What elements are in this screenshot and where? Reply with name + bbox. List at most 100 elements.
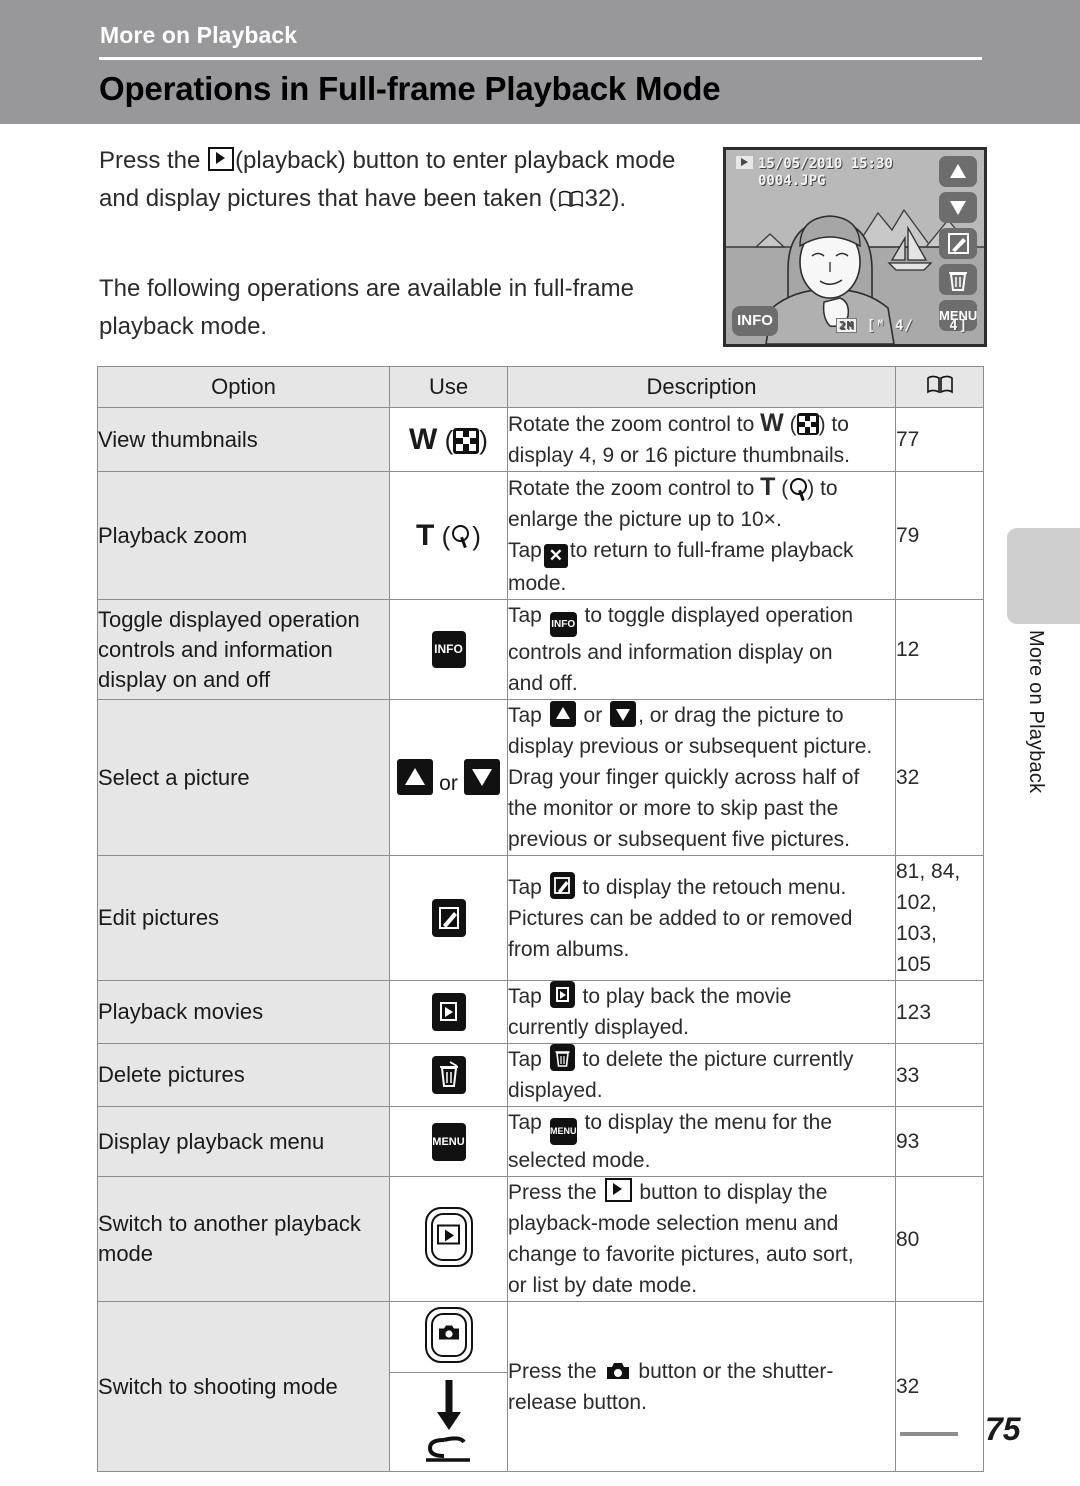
desc-text-a: Tap: [508, 1048, 542, 1071]
up-button[interactable]: [939, 156, 977, 187]
page-playback-zoom: 79: [895, 471, 984, 600]
option-delete-pictures: Delete pictures: [97, 1043, 390, 1107]
chapter-header-band: More on Playback Operations in Full-fram…: [0, 0, 1080, 124]
use-edit-pictures: [389, 855, 508, 981]
triangle-up-icon: [549, 701, 576, 727]
desc-text-b: , or drag the picture to: [638, 704, 844, 727]
camera-button-icon: [606, 1362, 629, 1379]
desc-view-thumbnails: Rotate the zoom control to W () to displ…: [507, 407, 896, 472]
table-row: Playback movies Tap to play back the mov…: [97, 980, 984, 1044]
page-switch-playback-mode: 80: [895, 1176, 984, 1302]
header-use: Use: [389, 366, 508, 408]
down-button[interactable]: [939, 192, 977, 223]
play-movie-icon: [549, 981, 575, 1008]
chapter-label: More on Playback: [100, 22, 298, 48]
option-view-thumbnails: View thumbnails: [97, 407, 390, 472]
desc-text-f: mode.: [508, 572, 567, 595]
header-page: [895, 366, 984, 408]
page-view-thumbnails: 77: [895, 407, 984, 472]
page-line: 102,: [896, 891, 937, 914]
info-button-icon: INFO: [549, 612, 577, 637]
use-camera-hardware-button: [389, 1301, 508, 1373]
desc-text-b: to display the menu for the: [584, 1111, 833, 1134]
thumbnail-grid-icon: [796, 413, 819, 435]
option-playback-zoom: Playback zoom: [97, 471, 390, 600]
info-button-icon: INFO: [431, 631, 466, 668]
memory-icon: [ᴹ: [866, 318, 886, 334]
desc-switch-playback-mode: Press the button to display the playback…: [507, 1176, 896, 1302]
desc-text-b: to display the retouch menu.: [582, 875, 847, 899]
desc-playback-movies: Tap to play back the movie currently dis…: [507, 980, 896, 1044]
desc-text-b: to toggle displayed operation: [584, 604, 854, 627]
desc-text-c: controls and information display on: [508, 641, 833, 664]
paren-open: (: [434, 520, 451, 551]
page-toggle-display: 12: [895, 599, 984, 700]
menu-button-icon: MENU: [431, 1122, 466, 1161]
desc-toggle-display: Tap INFO to toggle displayed operation c…: [507, 599, 896, 700]
option-toggle-display: Toggle displayed operation controls and …: [97, 599, 390, 700]
intro-text-c: ).: [611, 185, 627, 212]
camera-button-column: MENU: [939, 156, 979, 331]
triangle-up-icon: [396, 759, 433, 795]
delete-button[interactable]: [939, 264, 977, 295]
desc-text-b: button to display the: [639, 1181, 828, 1204]
triangle-up-icon: [950, 164, 966, 178]
page-number: 75: [985, 1411, 1021, 1447]
paren-open: (: [437, 424, 454, 455]
page-delete-pictures: 33: [895, 1043, 984, 1107]
page-line: 81, 84,: [896, 860, 961, 883]
desc-text-a: Tap: [508, 704, 542, 727]
trash-icon: [549, 1044, 575, 1071]
use-or-label: or: [439, 772, 458, 795]
retouch-pencil-icon: [431, 899, 466, 937]
magnifier-icon: [788, 477, 808, 499]
page-switch-shooting-mode: 32: [895, 1301, 984, 1472]
triangle-down-icon: [950, 201, 966, 215]
use-toggle-display: INFO: [389, 599, 508, 700]
camera-osd-top: 15/05/2010 15:30 0004.JPG: [736, 156, 893, 190]
page-edit-pictures: 81, 84, 102, 103, 105: [895, 855, 984, 981]
use-view-thumbnails: W (): [389, 407, 508, 472]
table-row: Toggle displayed operation controls and …: [97, 599, 984, 700]
table-row: Switch to another playback mode Press th…: [97, 1176, 984, 1302]
desc-text-d: Tap: [508, 539, 542, 562]
camera-screen-content: 15/05/2010 15:30 0004.JPG MENU INFO 2M […: [726, 150, 984, 344]
option-display-menu: Display playback menu: [97, 1106, 390, 1177]
page-line: 103,: [896, 922, 937, 945]
zoom-tele-label: T: [760, 473, 776, 501]
desc-text-d: and off.: [508, 672, 578, 695]
page-playback-movies: 123: [895, 980, 984, 1044]
zoom-tele-label: T: [416, 518, 435, 552]
table-row: View thumbnails W () Rotate the zoom con…: [97, 407, 984, 472]
option-playback-movies: Playback movies: [97, 980, 390, 1044]
intro-paragraph-2: The following operations are available i…: [99, 275, 634, 340]
desc-text-b: to: [831, 413, 849, 436]
desc-text-a: Tap: [508, 875, 542, 899]
table-header-row: Option Use Description: [97, 366, 984, 408]
desc-text-a: Press the: [508, 1359, 597, 1383]
zoom-wide-label: W: [409, 422, 438, 456]
chapter-tab-marker: [1007, 528, 1080, 624]
desc-text-c: display 4, 9 or 16 picture thumbnails.: [508, 444, 851, 467]
retouch-pencil-icon: [549, 871, 575, 899]
shutter-release-icon: [425, 1379, 470, 1462]
close-x-icon: ✕: [543, 544, 568, 568]
info-button[interactable]: INFO: [732, 306, 778, 336]
table-row: Playback zoom T () Rotate the zoom contr…: [97, 471, 984, 600]
zoom-wide-label: W: [760, 409, 784, 437]
table-row: Display playback menu MENU Tap MENU to d…: [97, 1106, 984, 1177]
desc-text-e: or list by date mode.: [508, 1274, 698, 1297]
camera-body-icon: [438, 1325, 459, 1339]
desc-text-c: currently displayed.: [508, 1016, 689, 1039]
desc-text-b: to play back the movie: [582, 985, 792, 1008]
triangle-down-icon: [464, 759, 501, 795]
desc-text-c: Pictures can be added to or removed: [508, 906, 853, 930]
thumbnail-grid-icon: [453, 427, 480, 454]
retouch-button[interactable]: [939, 228, 977, 259]
desc-text-d: from albums.: [508, 937, 630, 961]
use-delete-pictures: [389, 1043, 508, 1107]
table-row: Switch to shooting mode Press the button…: [97, 1301, 984, 1472]
desc-text-d: change to favorite pictures, auto sort,: [508, 1243, 854, 1266]
playback-button-icon: [208, 147, 235, 171]
header-option: Option: [97, 366, 390, 408]
